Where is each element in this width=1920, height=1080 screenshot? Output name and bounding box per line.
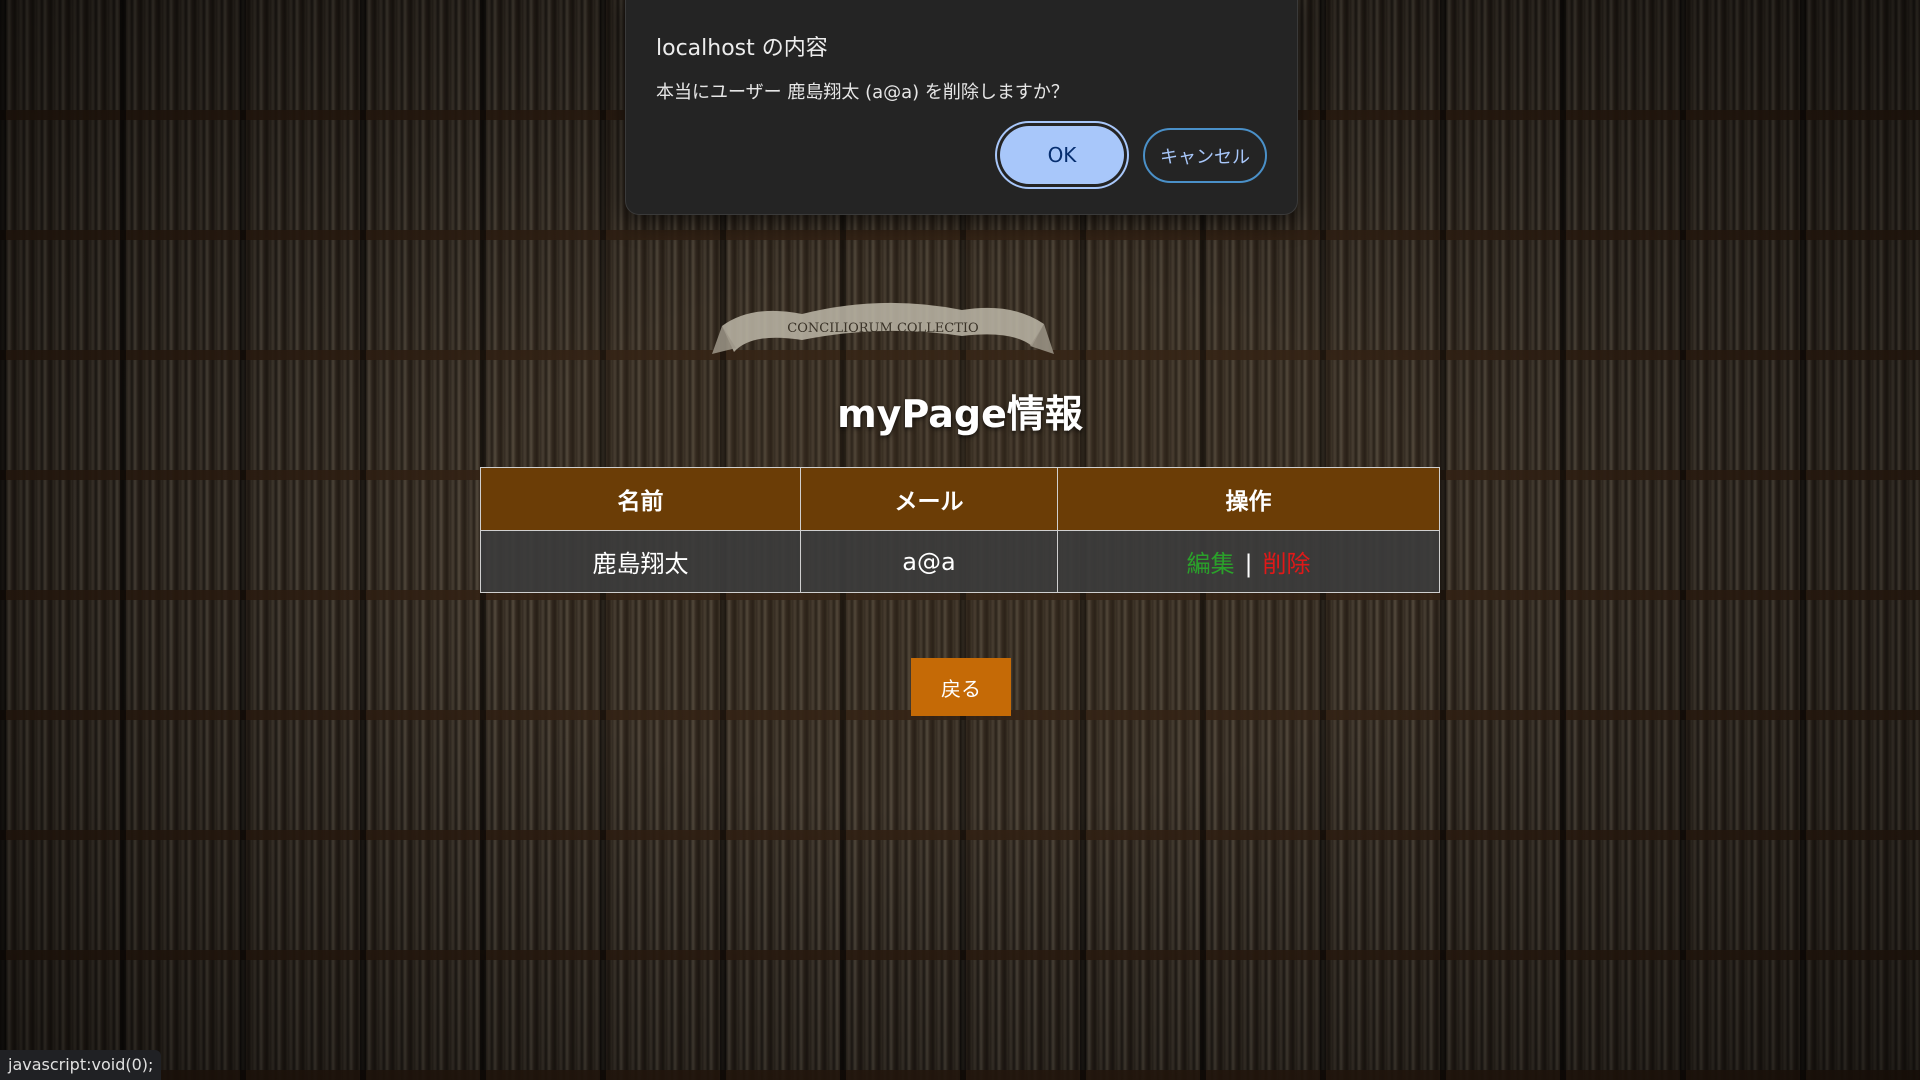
cell-user-name: 鹿島翔太 xyxy=(480,530,801,593)
status-bar: javascript:void(0); xyxy=(0,1050,162,1080)
cell-actions: 編集 | 削除 xyxy=(1057,530,1440,593)
edit-link[interactable]: 編集 xyxy=(1186,550,1234,578)
cell-user-email: a@a xyxy=(800,530,1058,593)
table-row: 鹿島翔太 a@a 編集 | 削除 xyxy=(480,530,1440,593)
user-info-table: 名前 メール 操作 鹿島翔太 a@a 編集 | 削除 xyxy=(480,467,1440,593)
banner-text: CONCILIORUM COLLECTIO xyxy=(787,321,978,336)
confirm-dialog: localhost の内容 本当にユーザー 鹿島翔太 (a@a) を削除しますか… xyxy=(625,0,1298,215)
column-header-email: メール xyxy=(800,467,1058,531)
column-header-actions: 操作 xyxy=(1057,467,1440,531)
delete-link[interactable]: 削除 xyxy=(1263,550,1311,578)
library-banner: CONCILIORUM COLLECTIO xyxy=(712,302,1054,354)
column-header-name: 名前 xyxy=(480,467,801,531)
cancel-button[interactable]: キャンセル xyxy=(1143,128,1267,183)
page-title: myPage情報 xyxy=(837,392,1083,436)
ok-button[interactable]: OK xyxy=(1000,126,1124,184)
action-separator: | xyxy=(1244,550,1253,578)
dialog-message: 本当にユーザー 鹿島翔太 (a@a) を削除しますか？ xyxy=(656,82,1069,103)
back-button[interactable]: 戻る xyxy=(911,658,1011,716)
dialog-title: localhost の内容 xyxy=(656,36,828,61)
table-header-row: 名前 メール 操作 xyxy=(480,467,1440,531)
